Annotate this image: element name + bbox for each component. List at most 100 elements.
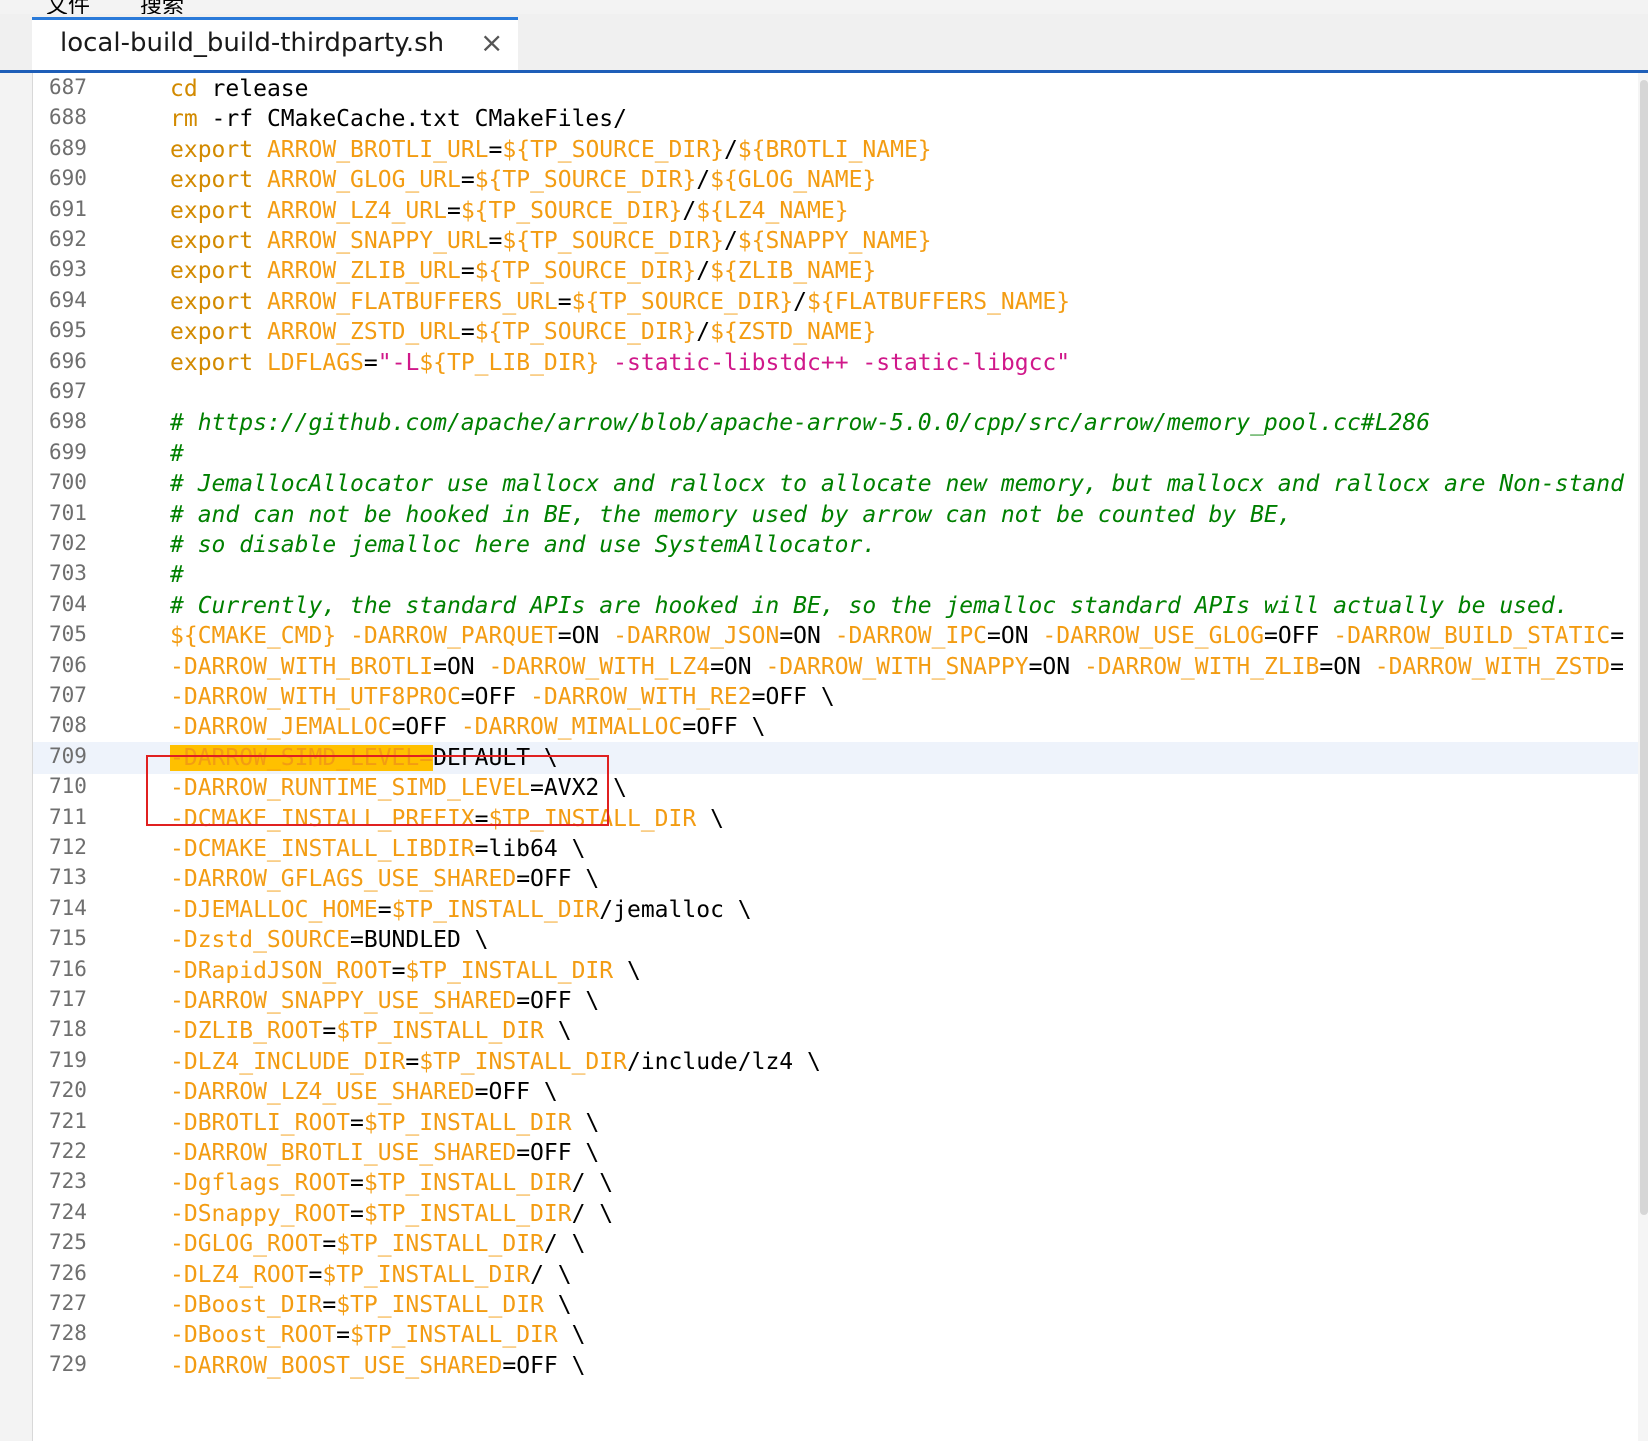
code-text: -DARROW_JEMALLOC=OFF -DARROW_MIMALLOC=OF… <box>170 711 765 743</box>
code-line[interactable]: 720 -DARROW_LZ4_USE_SHARED=OFF \ <box>33 1076 1648 1108</box>
code-token: export <box>170 258 254 285</box>
code-line[interactable]: 707 -DARROW_WITH_UTF8PROC=OFF -DARROW_WIT… <box>33 681 1648 713</box>
code-token: ${TP_SOURCE_DIR} <box>571 288 794 315</box>
code-line[interactable]: 699 # <box>33 438 1648 470</box>
code-line[interactable]: 702 # so disable jemalloc here and use Sy… <box>33 529 1648 561</box>
code-line[interactable]: 713 -DARROW_GFLAGS_USE_SHARED=OFF \ <box>33 863 1648 895</box>
code-line[interactable]: 709 -DARROW_SIMD_LEVEL=DEFAULT \ <box>33 741 1648 774</box>
tab-active-file[interactable]: local-build_build-thirdparty.sh × <box>32 17 518 70</box>
code-line[interactable]: 692 export ARROW_SNAPPY_URL=${TP_SOURCE_D… <box>33 225 1648 257</box>
code-line[interactable]: 704 # Currently, the standard APIs are ho… <box>33 590 1648 622</box>
code-token: ${SNAPPY_NAME} <box>737 228 932 254</box>
code-line[interactable]: 689 export ARROW_BROTLI_URL=${TP_SOURCE_D… <box>33 134 1648 166</box>
code-line[interactable]: 722 -DARROW_BROTLI_USE_SHARED=OFF \ <box>33 1137 1648 1169</box>
code-token: export <box>170 319 254 346</box>
code-token: "-L <box>377 349 420 376</box>
code-token: -DBROTLI_ROOT <box>170 1109 351 1136</box>
code-token: =ON <box>433 653 489 680</box>
code-text: -DBoost_ROOT=$TP_INSTALL_DIR \ <box>170 1319 585 1351</box>
code-line[interactable]: 724 -DSnappy_ROOT=$TP_INSTALL_DIR/ \ <box>33 1198 1648 1230</box>
code-token: /jemalloc \ <box>599 896 752 923</box>
code-text: export ARROW_SNAPPY_URL=${TP_SOURCE_DIR}… <box>170 225 932 257</box>
code-token: -DARROW_MIMALLOC <box>460 714 683 741</box>
line-number: 707 <box>49 683 87 707</box>
code-line[interactable]: 703 # <box>33 559 1648 591</box>
code-token: # <box>170 562 184 589</box>
code-text: rm -rf CMakeCache.txt CMakeFiles/ <box>170 103 627 135</box>
scrollbar-thumb[interactable] <box>1640 80 1648 1215</box>
code-token: / <box>723 228 738 254</box>
code-line[interactable]: 700 # JemallocAllocator use mallocx and r… <box>33 468 1648 500</box>
code-text: -DARROW_LZ4_USE_SHARED=OFF \ <box>170 1076 558 1108</box>
code-token: =OFF \ <box>682 714 766 741</box>
code-line[interactable]: 698 # https://github.com/apache/arrow/blo… <box>33 407 1648 439</box>
code-line[interactable]: 690 export ARROW_GLOG_URL=${TP_SOURCE_DIR… <box>33 164 1648 196</box>
code-token: / <box>723 136 738 163</box>
code-editor[interactable]: 687 cd release 688 rm -rf CMakeCache.txt CM… <box>33 73 1648 1441</box>
code-line[interactable]: 691 export ARROW_LZ4_URL=${TP_SOURCE_DIR}… <box>33 195 1648 227</box>
code-line[interactable]: 719 -DLZ4_INCLUDE_DIR=$TP_INSTALL_DIR/inc… <box>33 1046 1648 1078</box>
code-token: -DCMAKE_INSTALL_PREFIX <box>170 805 475 832</box>
line-number: 719 <box>49 1047 87 1072</box>
line-number: 698 <box>49 409 87 434</box>
menu-item-file[interactable]: 文件 <box>46 0 90 14</box>
code-token: $TP_INSTALL_DIR <box>419 1048 627 1075</box>
code-text: -DARROW_GFLAGS_USE_SHARED=OFF \ <box>170 863 599 895</box>
code-line[interactable]: 693 export ARROW_ZLIB_URL=${TP_SOURCE_DIR… <box>33 255 1648 287</box>
line-number: 702 <box>49 531 87 555</box>
line-number: 690 <box>49 166 87 191</box>
code-token: =BUNDLED \ <box>350 927 489 954</box>
code-token: $TP_INSTALL_DIR <box>391 896 600 923</box>
close-icon[interactable]: × <box>480 26 503 59</box>
code-text: export ARROW_BROTLI_URL=${TP_SOURCE_DIR}… <box>170 134 932 166</box>
code-line[interactable]: 718 -DZLIB_ROOT=$TP_INSTALL_DIR \ <box>33 1015 1648 1047</box>
code-line[interactable]: 717 -DARROW_SNAPPY_USE_SHARED=OFF \ <box>33 985 1648 1017</box>
code-line[interactable]: 705 ${CMAKE_CMD} -DARROW_PARQUET=ON -DARR… <box>33 620 1648 652</box>
code-token: =AVX2 \ <box>530 775 627 802</box>
code-token: =ON <box>557 623 614 650</box>
code-token: -DARROW_WITH_ZSTD <box>1374 653 1611 680</box>
code-text: -DLZ4_INCLUDE_DIR=$TP_INSTALL_DIR/includ… <box>170 1046 821 1078</box>
code-line[interactable]: 711 -DCMAKE_INSTALL_PREFIX=$TP_INSTALL_DI… <box>33 803 1648 835</box>
code-token: / \ <box>530 1261 572 1288</box>
line-number: 724 <box>49 1199 87 1224</box>
code-line[interactable]: 696 export LDFLAGS="-L${TP_LIB_DIR} -stat… <box>33 347 1648 379</box>
code-token: / \ <box>543 1231 586 1258</box>
code-token: = <box>488 228 503 254</box>
line-number: 704 <box>49 591 87 616</box>
code-token: ${CMAKE_CMD} <box>170 623 337 650</box>
code-line[interactable]: 688 rm -rf CMakeCache.txt CMakeFiles/ <box>33 103 1648 135</box>
code-text: # https://github.com/apache/arrow/blob/a… <box>170 407 1430 439</box>
code-line[interactable]: 695 export ARROW_ZSTD_URL=${TP_SOURCE_DIR… <box>33 316 1648 348</box>
code-line[interactable]: 725 -DGLOG_ROOT=$TP_INSTALL_DIR/ \ <box>33 1228 1648 1260</box>
code-line[interactable]: 710 -DARROW_RUNTIME_SIMD_LEVEL=AVX2 \ <box>33 772 1648 804</box>
code-token: # JemallocAllocator use mallocx and rall… <box>170 471 1624 498</box>
code-token: ${BROTLI_NAME} <box>737 136 932 163</box>
code-line[interactable]: 687 cd release <box>33 73 1648 105</box>
code-token: = <box>350 1109 364 1136</box>
code-token: -DARROW_LZ4_USE_SHARED <box>170 1079 475 1106</box>
code-line[interactable]: 715 -Dzstd_SOURCE=BUNDLED \ <box>33 924 1648 956</box>
line-number: 723 <box>49 1169 87 1194</box>
code-text: # so disable jemalloc here and use Syste… <box>170 529 876 561</box>
code-line[interactable]: 721 -DBROTLI_ROOT=$TP_INSTALL_DIR \ <box>33 1107 1648 1139</box>
code-text: -DCMAKE_INSTALL_LIBDIR=lib64 \ <box>170 833 585 865</box>
code-line[interactable]: 726 -DLZ4_ROOT=$TP_INSTALL_DIR/ \ <box>33 1259 1648 1291</box>
code-line[interactable]: 723 -Dgflags_ROOT=$TP_INSTALL_DIR/ \ <box>33 1167 1648 1199</box>
menu-item-search[interactable]: 搜索 <box>140 0 184 14</box>
code-line[interactable]: 729 -DARROW_BOOST_USE_SHARED=OFF \ <box>33 1350 1648 1382</box>
code-line[interactable]: 712 -DCMAKE_INSTALL_LIBDIR=lib64 \ <box>33 833 1648 865</box>
code-text: # <box>170 438 184 470</box>
code-line[interactable]: 697 <box>33 377 1648 409</box>
code-line[interactable]: 728 -DBoost_ROOT=$TP_INSTALL_DIR \ <box>33 1319 1648 1351</box>
code-line[interactable]: 714 -DJEMALLOC_HOME=$TP_INSTALL_DIR/jemal… <box>33 894 1648 926</box>
code-line[interactable]: 727 -DBoost_DIR=$TP_INSTALL_DIR \ <box>33 1289 1648 1321</box>
code-line[interactable]: 694 export ARROW_FLATBUFFERS_URL=${TP_SOU… <box>33 286 1648 318</box>
code-token: cd <box>170 76 198 102</box>
line-number: 699 <box>49 439 87 464</box>
code-line[interactable]: 708 -DARROW_JEMALLOC=OFF -DARROW_MIMALLOC… <box>33 711 1648 743</box>
code-line[interactable]: 701 # and can not be hooked in BE, the me… <box>33 499 1648 531</box>
code-line[interactable]: 716 -DRapidJSON_ROOT=$TP_INSTALL_DIR \ <box>33 955 1648 987</box>
code-line[interactable]: 706 -DARROW_WITH_BROTLI=ON -DARROW_WITH_L… <box>33 651 1648 683</box>
